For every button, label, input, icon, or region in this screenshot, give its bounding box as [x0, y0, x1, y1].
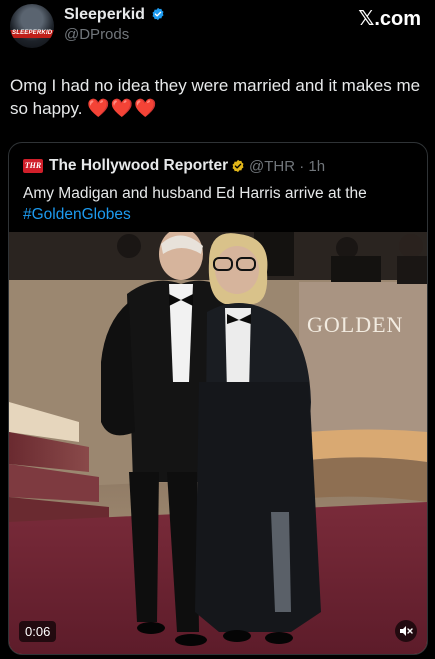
quoted-author-name[interactable]: The Hollywood Reporter	[49, 157, 228, 175]
avatar-badge-text: SLEEPERKID	[12, 30, 53, 36]
verified-gold-badge-icon	[232, 159, 244, 173]
video-frame: GOLDEN	[9, 232, 427, 654]
quoted-handle-time[interactable]: @THR · 1h	[249, 158, 325, 175]
mute-button[interactable]	[395, 620, 417, 642]
heart-emojis: ❤️❤️❤️	[87, 98, 158, 119]
tweet-text: Omg I had no idea they were married and …	[10, 74, 428, 120]
avatar[interactable]: SLEEPERKID	[10, 4, 54, 48]
verified-badge-icon	[152, 7, 164, 21]
x-brand-logo: 𝕏.com	[358, 6, 421, 31]
author-handle[interactable]: @DProds	[64, 26, 129, 43]
x-logo-icon: 𝕏	[358, 6, 375, 30]
video-player[interactable]: GOLDEN 0:06	[9, 232, 427, 654]
quoted-body: Amy Madigan and husband Ed Harris arrive…	[23, 185, 367, 202]
hashtag-link[interactable]: #GoldenGlobes	[23, 206, 131, 223]
quoted-tweet-text: Amy Madigan and husband Ed Harris arrive…	[23, 183, 418, 225]
muted-speaker-icon	[400, 626, 413, 636]
backdrop-text: GOLDEN	[307, 312, 403, 337]
author-display-name[interactable]: Sleeperkid	[64, 6, 145, 24]
thr-logo-icon: THR	[23, 159, 43, 173]
tweet-header: SLEEPERKID Sleeperkid @DProds 𝕏.com	[0, 0, 435, 60]
video-duration: 0:06	[19, 621, 57, 642]
brand-suffix: .com	[374, 8, 421, 30]
quoted-tweet-card[interactable]: THR The Hollywood Reporter @THR · 1h Amy…	[8, 142, 428, 655]
tweet-body: Omg I had no idea they were married and …	[10, 76, 421, 118]
